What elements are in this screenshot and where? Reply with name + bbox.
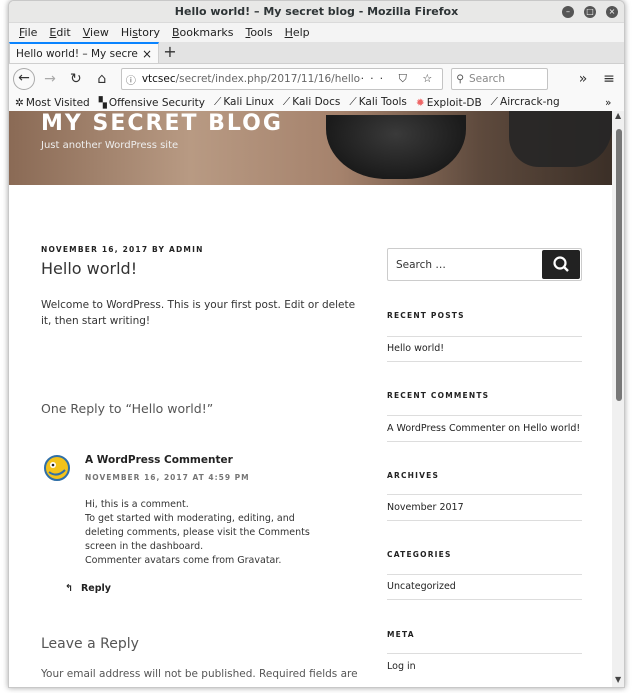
divider	[387, 520, 582, 521]
comment-line: Hi, this is a comment.	[85, 499, 189, 510]
menu-bar: File Edit View History Bookmarks Tools H…	[9, 23, 624, 42]
divider	[387, 415, 582, 416]
bookmark-kali-linux[interactable]: ⟋ Kali Linux	[214, 96, 274, 109]
forward-arrow-icon[interactable]: →	[39, 68, 61, 90]
divider	[387, 574, 582, 575]
menu-tools[interactable]: Tools	[239, 23, 278, 42]
reload-icon[interactable]: ↻	[65, 68, 87, 90]
browser-window: Hello world! – My secret blog - Mozilla …	[8, 0, 625, 688]
widget-title-recent-posts: RECENT POSTS	[387, 311, 465, 320]
login-link[interactable]: Log in	[387, 661, 416, 672]
widget-title-recent-comments: RECENT COMMENTS	[387, 391, 490, 400]
url-text: vtcsec/secret/index.php/2017/11/16/hello…	[141, 73, 361, 85]
header-image-pot	[326, 115, 466, 179]
bookmark-offensive-security[interactable]: ▚ Offensive Security	[99, 97, 205, 109]
recent-comment-author-link[interactable]: A WordPress Commenter	[387, 423, 505, 434]
leave-reply-note: Your email address will not be published…	[41, 668, 358, 680]
site-description: Just another WordPress site	[41, 140, 179, 151]
home-icon[interactable]: ⌂	[91, 68, 113, 90]
search-icon: ⚲	[456, 73, 464, 85]
sidebar-search-input[interactable]	[388, 249, 543, 280]
comment-date[interactable]: NOVEMBER 16, 2017 AT 4:59 PM	[85, 473, 250, 482]
divider	[387, 653, 582, 654]
comment-line: To get started with moderating, editing,…	[85, 513, 310, 552]
reply-arrow-icon: ↰	[65, 583, 73, 594]
comment-text: Hi, this is a comment. To get started wi…	[85, 498, 325, 568]
minimize-icon[interactable]: –	[562, 6, 574, 18]
site-header: MY SECRET BLOG Just another WordPress si…	[9, 111, 612, 185]
page-scrollbar[interactable]: ▲ ▼	[612, 111, 624, 687]
menu-file[interactable]: File	[13, 23, 43, 42]
back-arrow-icon[interactable]: ←	[13, 68, 35, 90]
reply-link[interactable]: ↰ Reply	[65, 583, 111, 594]
divider	[387, 494, 582, 495]
menu-help[interactable]: Help	[279, 23, 316, 42]
navigation-bar: ← → ↻ ⌂ ⓘ vtcsec/secret/index.php/2017/1…	[9, 64, 624, 94]
divider	[387, 361, 582, 362]
bookmark-exploit-db[interactable]: ✹ Exploit-DB	[416, 97, 482, 109]
category-link[interactable]: Uncategorized	[387, 581, 456, 592]
new-tab-button[interactable]: +	[159, 42, 181, 63]
post-body: Welcome to WordPress. This is your first…	[41, 299, 356, 327]
site-title[interactable]: MY SECRET BLOG	[41, 111, 283, 136]
scroll-down-icon[interactable]: ▼	[615, 675, 621, 684]
commenter-avatar	[44, 455, 70, 481]
divider	[387, 336, 582, 337]
bookmark-aircrack-ng[interactable]: ⟋ Aircrack-ng	[491, 96, 560, 109]
sidebar-search-button[interactable]	[542, 250, 580, 279]
post-meta: NOVEMBER 16, 2017 BY ADMIN	[41, 245, 204, 254]
magnifier-icon	[553, 256, 569, 272]
comment-line: Commenter avatars come from Gravatar.	[85, 555, 282, 566]
tab-hello-world[interactable]: Hello world! – My secret blog ×	[9, 42, 159, 63]
overflow-chevron-icon[interactable]: »	[572, 68, 594, 90]
bookmarks-overflow-icon[interactable]: »	[605, 97, 611, 109]
widget-title-archives: ARCHIVES	[387, 471, 440, 480]
leave-reply-title: Leave a Reply	[41, 636, 139, 652]
comment-author[interactable]: A WordPress Commenter	[85, 454, 233, 466]
bookmark-most-visited[interactable]: ✲ Most Visited	[15, 97, 90, 109]
hamburger-menu-icon[interactable]: ≡	[598, 68, 620, 90]
title-bar: Hello world! – My secret blog - Mozilla …	[9, 1, 624, 23]
recent-post-link[interactable]: Hello world!	[387, 343, 444, 354]
search-placeholder: Search	[468, 73, 506, 85]
recent-comment-post-link[interactable]: Hello world!	[523, 423, 580, 434]
close-window-icon[interactable]: ×	[606, 6, 618, 18]
scrollbar-thumb[interactable]	[616, 129, 622, 401]
recent-comment-item: A WordPress Commenter on Hello world!	[387, 423, 581, 434]
tab-label: Hello world! – My secret blog	[16, 47, 138, 60]
widget-title-meta: META	[387, 630, 415, 639]
bookmarks-toolbar: ✲ Most Visited ▚ Offensive Security ⟋ Kali …	[9, 94, 624, 112]
menu-bookmarks[interactable]: Bookmarks	[166, 23, 239, 42]
divider	[387, 441, 582, 442]
maximize-icon[interactable]: □	[584, 6, 596, 18]
widget-title-categories: CATEGORIES	[387, 550, 452, 559]
close-tab-icon[interactable]: ×	[142, 47, 152, 61]
bookmark-kali-tools[interactable]: ⟋ Kali Tools	[349, 96, 407, 109]
window-title: Hello world! – My secret blog - Mozilla …	[174, 5, 459, 18]
divider	[387, 599, 582, 600]
bookmark-kali-docs[interactable]: ⟋ Kali Docs	[283, 96, 340, 109]
scroll-up-icon[interactable]: ▲	[615, 111, 621, 120]
comments-title: One Reply to “Hello world!”	[41, 401, 214, 416]
page-viewport: MY SECRET BLOG Just another WordPress si…	[9, 111, 612, 687]
menu-view[interactable]: View	[77, 23, 115, 42]
post-title: Hello world!	[41, 259, 138, 278]
menu-history[interactable]: History	[115, 23, 166, 42]
url-bar[interactable]: ⓘ vtcsec/secret/index.php/2017/11/16/hel…	[120, 68, 444, 90]
page-actions-icons[interactable]: ··· ⛉ ☆	[361, 72, 439, 86]
site-info-icon[interactable]: ⓘ	[126, 72, 136, 87]
header-image-pot-2	[509, 111, 612, 167]
archive-link[interactable]: November 2017	[387, 502, 464, 513]
tab-bar: Hello world! – My secret blog × +	[9, 42, 624, 64]
menu-edit[interactable]: Edit	[43, 23, 76, 42]
search-bar[interactable]: ⚲ Search	[451, 68, 549, 90]
sidebar-search	[387, 248, 582, 281]
